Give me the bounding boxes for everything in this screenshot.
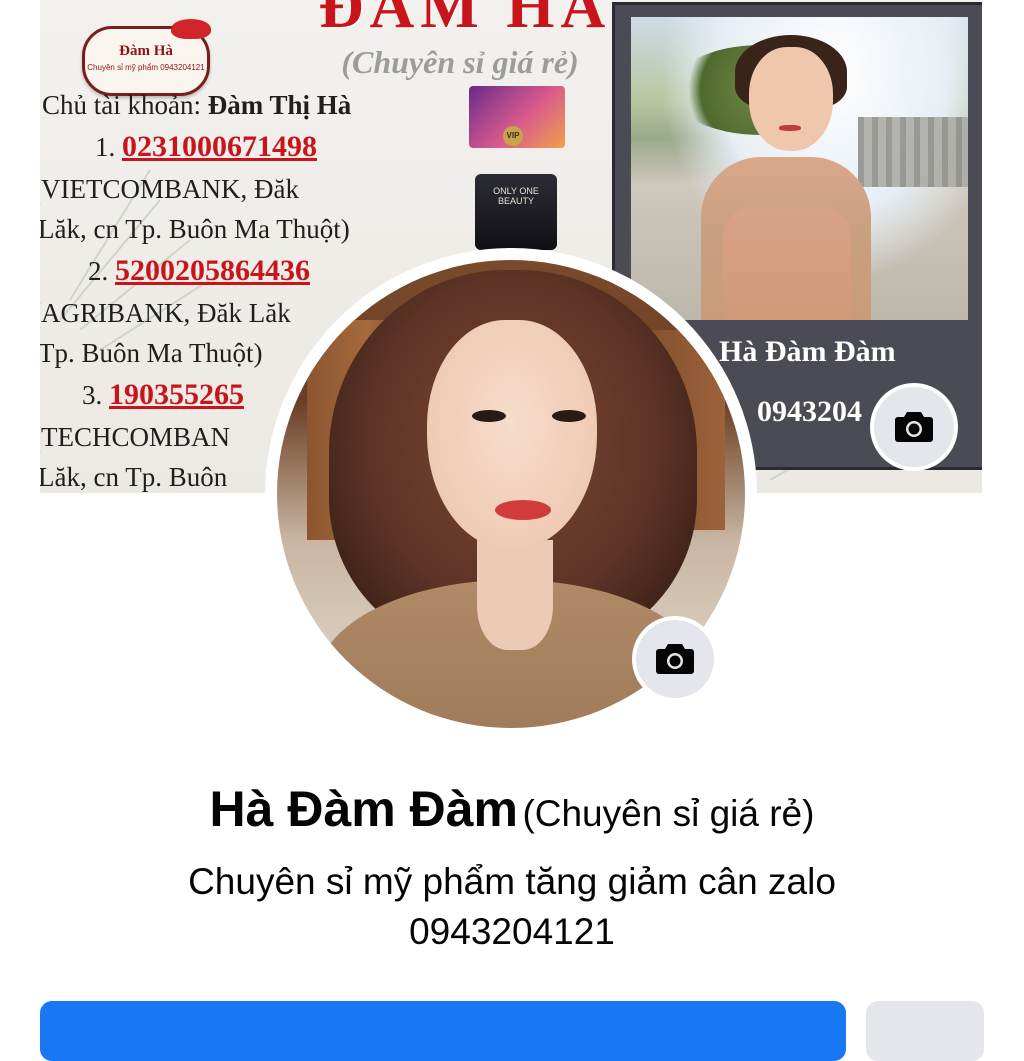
frame-name-text: Hà Đàm Đàm — [719, 335, 896, 368]
fence-decoration — [858, 117, 968, 187]
person-lips — [495, 500, 551, 520]
account-2: 2. 5200205864436 — [88, 254, 310, 288]
profile-name: Hà Đàm Đàm (Chuyên sỉ giá rẻ) — [0, 780, 1024, 838]
shop-logo: Đàm Hà Chuyên sỉ mỹ phẩm 0943204121 — [82, 19, 211, 96]
add-to-story-button[interactable] — [40, 1001, 846, 1061]
person-eye — [472, 410, 506, 422]
camera-icon — [656, 644, 694, 674]
logo-subtitle: Chuyên sỉ mỹ phẩm 0943204121 — [87, 63, 205, 72]
account-1: 1. 0231000671498 — [95, 130, 317, 164]
account-number-index: 1. — [95, 132, 116, 162]
product-box: VIP — [469, 86, 565, 148]
more-options-button[interactable] — [866, 1001, 984, 1061]
person-lips — [779, 125, 801, 131]
person-dress — [723, 207, 851, 320]
account-3: 3. 190355265 — [82, 378, 244, 412]
person-eye — [552, 410, 586, 422]
product-image: VIP ONLY ONE BEAUTY — [465, 86, 569, 250]
profile-bio: Chuyên sỉ mỹ phẩm tăng giảm cân zalo 094… — [188, 861, 836, 952]
product-label: ONLY ONE BEAUTY — [493, 186, 539, 206]
profile-name-main: Hà Đàm Đàm — [209, 781, 518, 837]
frame-phone-text: 0943204 — [757, 395, 862, 428]
portrait-photo — [631, 17, 968, 320]
bank-line: (VIETCOMBANK, Đăk — [40, 174, 299, 204]
account-number: 0231000671498 — [122, 130, 317, 163]
bank-line: Lăk, cn Tp. Buôn Ma Thuột) — [40, 214, 350, 244]
bank-line: Tp. Buôn Ma Thuột) — [40, 338, 263, 368]
logo-title: Đàm Hà — [119, 43, 173, 59]
product-pouch: ONLY ONE BEAUTY — [475, 174, 557, 250]
person-face — [749, 47, 833, 151]
account-number-index: 2. — [88, 256, 109, 286]
owner-name: Đàm Thị Hà — [207, 90, 352, 120]
vip-badge: VIP — [503, 126, 523, 146]
account-owner: Chủ tài khoản: Đàm Thị Hà — [42, 90, 351, 121]
edit-profile-picture-button[interactable] — [632, 616, 718, 702]
bank-line: (AGRIBANK, Đăk Lăk — [40, 298, 291, 328]
person-neck — [477, 540, 553, 650]
cover-brand-title: ĐÀM HÀ — [318, 0, 612, 41]
account-number: 5200205864436 — [115, 254, 310, 287]
bank-line: (TECHCOMBAN — [40, 422, 231, 452]
owner-label: Chủ tài khoản: — [42, 90, 208, 120]
account-number: 190355265 — [109, 378, 244, 411]
account-number-index: 3. — [82, 380, 103, 410]
cover-tagline: (Chuyên sỉ giá rẻ) — [341, 44, 579, 80]
edit-cover-photo-button[interactable] — [870, 383, 958, 471]
profile-name-suffix: (Chuyên sỉ giá rẻ) — [522, 793, 815, 834]
camera-icon — [895, 412, 933, 442]
bow-icon — [171, 19, 211, 39]
bank-line: Lăk, cn Tp. Buôn — [40, 462, 228, 492]
